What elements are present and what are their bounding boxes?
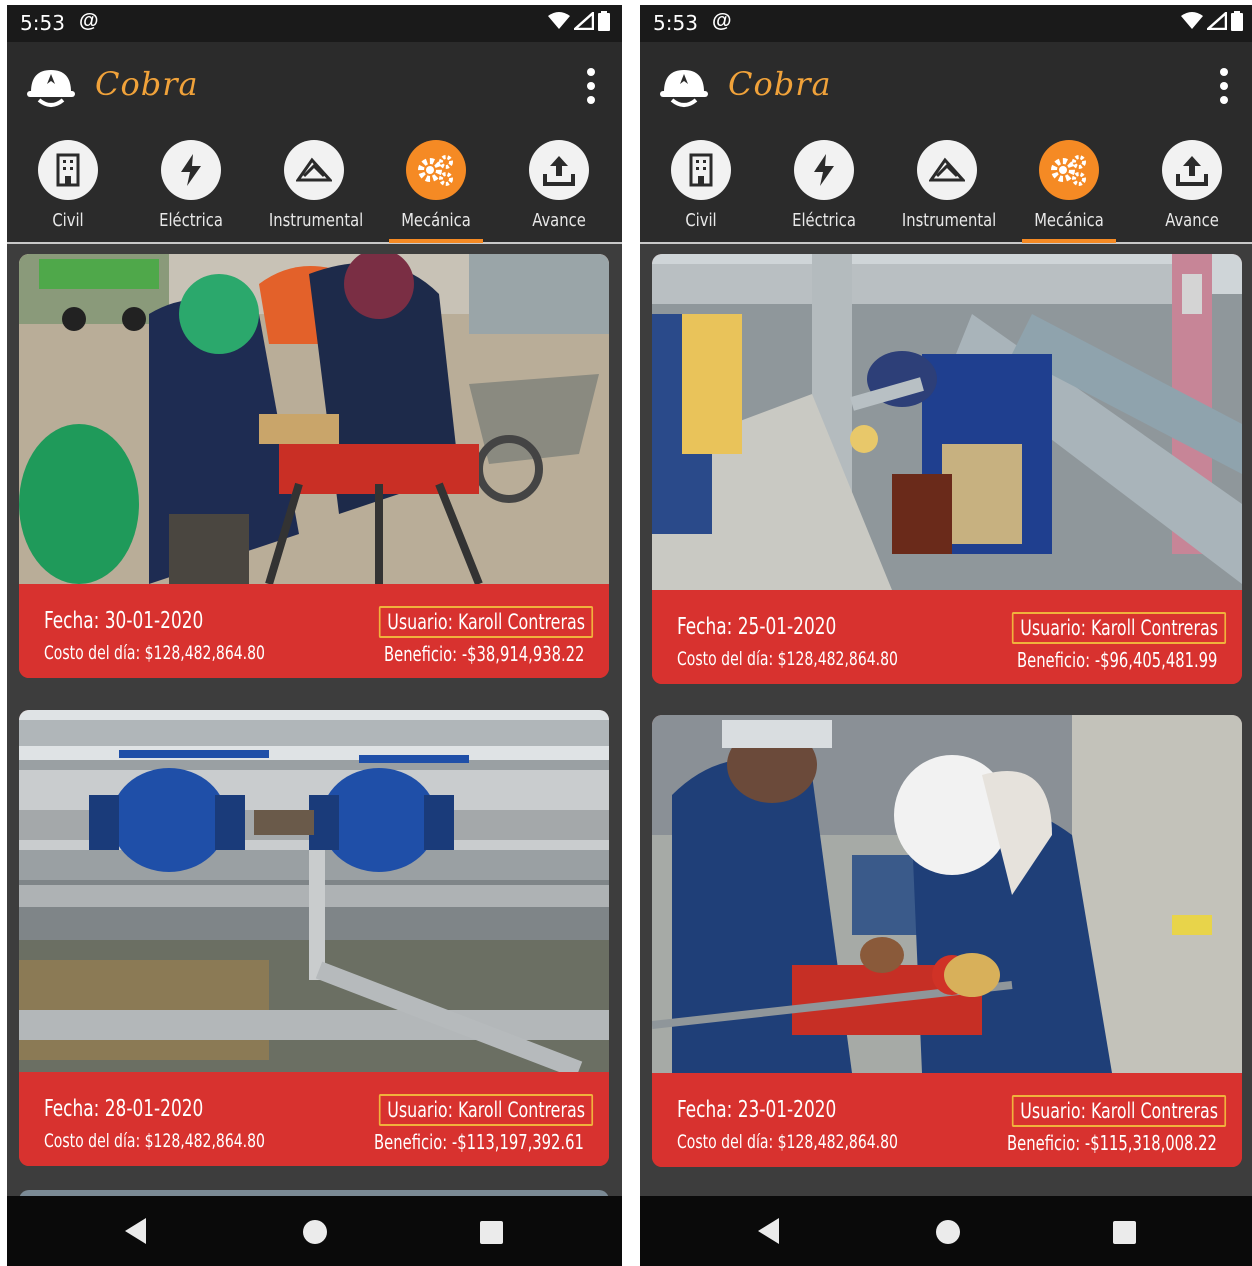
report-list[interactable]: Fecha: 30-01-2020 Costo del día: $128,48… xyxy=(7,244,622,1196)
report-card[interactable]: Fecha: 28-01-2020 Costo del día: $128,48… xyxy=(19,710,609,1166)
recents-icon[interactable] xyxy=(1113,1221,1136,1244)
report-benefit: Beneficio: -$113,197,392.61 xyxy=(374,1130,584,1154)
report-date: Fecha: 25-01-2020 xyxy=(677,614,837,640)
building-icon xyxy=(689,153,713,187)
report-daily-cost: Costo del día: $128,482,864.80 xyxy=(677,1131,898,1153)
tab-label: Avance xyxy=(532,210,586,231)
welding-pipe-photo xyxy=(19,254,609,584)
tab-civil[interactable]: Civil xyxy=(646,138,756,242)
home-icon[interactable] xyxy=(303,1220,327,1244)
tab-electrica[interactable]: Eléctrica xyxy=(769,138,879,242)
status-bar: 5:53 @ xyxy=(640,5,1252,42)
report-daily-cost: Costo del día: $128,482,864.80 xyxy=(44,1130,265,1152)
report-benefit: Beneficio: -$96,405,481.99 xyxy=(1016,648,1217,672)
report-card[interactable]: Fecha: 30-01-2020 Costo del día: $128,48… xyxy=(19,254,609,678)
report-date: Fecha: 28-01-2020 xyxy=(44,1096,204,1122)
battery-icon xyxy=(598,11,610,31)
lightning-icon xyxy=(814,154,834,186)
report-list[interactable]: Fecha: 25-01-2020 Costo del día: $128,48… xyxy=(640,244,1252,1196)
report-info: Fecha: 23-01-2020 Costo del día: $128,48… xyxy=(652,1073,1242,1167)
status-time: 5:53 xyxy=(653,11,698,35)
welder-pipes-photo xyxy=(652,254,1242,590)
app-title: Cobra xyxy=(95,65,199,103)
active-tab-indicator xyxy=(1022,239,1116,243)
battery-icon xyxy=(1231,11,1243,31)
hardhat-logo-icon xyxy=(27,70,75,107)
tab-label: Eléctrica xyxy=(792,210,856,231)
hardhat-logo-icon xyxy=(660,70,708,107)
tab-label: Eléctrica xyxy=(159,210,223,231)
category-tabs: Civil Eléctrica Instrumental Mecánica Av… xyxy=(7,132,622,244)
tab-instrumental[interactable]: Instrumental xyxy=(892,138,1002,242)
phone-screen-right: 5:53 @ Cobra Civil Eléctrica Instrumenta… xyxy=(640,5,1252,1266)
tab-avance[interactable]: Avance xyxy=(504,138,614,242)
phone-screen-left: 5:53 @ Cobra Civil Eléctrica Instrumenta… xyxy=(7,5,622,1266)
back-icon[interactable] xyxy=(125,1218,146,1244)
building-icon xyxy=(56,153,80,187)
tab-avance[interactable]: Avance xyxy=(1137,138,1247,242)
status-icons xyxy=(1181,11,1243,31)
report-user: Usuario: Karoll Contreras xyxy=(378,606,593,638)
signal-icon xyxy=(574,12,594,30)
report-user: Usuario: Karoll Contreras xyxy=(1011,1095,1226,1127)
tab-mecanica[interactable]: Mecánica xyxy=(1014,138,1124,243)
report-daily-cost: Costo del día: $128,482,864.80 xyxy=(677,648,898,670)
back-icon[interactable] xyxy=(758,1218,779,1244)
app-title: Cobra xyxy=(728,65,832,103)
tab-label: Mecánica xyxy=(1034,210,1104,231)
active-tab-indicator xyxy=(389,239,483,243)
blue-valves-photo xyxy=(19,710,609,1072)
gears-icon xyxy=(1051,155,1086,186)
report-date: Fecha: 23-01-2020 xyxy=(677,1097,837,1123)
status-icons xyxy=(548,11,610,31)
report-info: Fecha: 30-01-2020 Costo del día: $128,48… xyxy=(19,584,609,678)
signal-icon xyxy=(1207,12,1227,30)
report-daily-cost: Costo del día: $128,482,864.80 xyxy=(44,642,265,664)
tab-label: Civil xyxy=(685,210,717,231)
report-info: Fecha: 28-01-2020 Costo del día: $128,48… xyxy=(19,1072,609,1166)
report-user: Usuario: Karoll Contreras xyxy=(378,1094,593,1126)
app-bar: Cobra xyxy=(7,42,622,132)
tab-label: Instrumental xyxy=(901,210,997,231)
report-benefit: Beneficio: -$38,914,938.22 xyxy=(383,642,584,666)
tab-label: Civil xyxy=(52,210,84,231)
tab-label: Avance xyxy=(1165,210,1219,231)
overflow-menu-button[interactable] xyxy=(586,68,596,104)
tab-electrica[interactable]: Eléctrica xyxy=(136,138,246,242)
notification-icon: @ xyxy=(79,10,99,32)
tab-label: Instrumental xyxy=(268,210,364,231)
lightning-icon xyxy=(181,154,201,186)
overflow-menu-button[interactable] xyxy=(1219,68,1229,104)
upload-icon xyxy=(543,156,575,186)
instrument-icon xyxy=(296,157,332,182)
report-date: Fecha: 30-01-2020 xyxy=(44,608,204,634)
gears-icon xyxy=(418,155,453,186)
home-icon[interactable] xyxy=(936,1220,960,1244)
report-card[interactable]: Fecha: 23-01-2020 Costo del día: $128,48… xyxy=(652,715,1242,1167)
tab-label: Mecánica xyxy=(401,210,471,231)
app-bar: Cobra xyxy=(640,42,1252,132)
report-info: Fecha: 25-01-2020 Costo del día: $128,48… xyxy=(652,590,1242,684)
pipe-threading-photo xyxy=(652,715,1242,1073)
status-time: 5:53 xyxy=(20,11,65,35)
wifi-icon xyxy=(548,12,570,29)
report-user: Usuario: Karoll Contreras xyxy=(1011,612,1226,644)
report-card[interactable]: Fecha: 25-01-2020 Costo del día: $128,48… xyxy=(652,254,1242,684)
system-nav-bar xyxy=(7,1196,622,1266)
tab-civil[interactable]: Civil xyxy=(13,138,123,242)
upload-icon xyxy=(1176,156,1208,186)
tab-instrumental[interactable]: Instrumental xyxy=(259,138,369,242)
system-nav-bar xyxy=(640,1196,1252,1266)
notification-icon: @ xyxy=(712,10,732,32)
status-bar: 5:53 @ xyxy=(7,5,622,42)
wifi-icon xyxy=(1181,12,1203,29)
tab-mecanica[interactable]: Mecánica xyxy=(381,138,491,243)
report-benefit: Beneficio: -$115,318,008.22 xyxy=(1007,1131,1217,1155)
recents-icon[interactable] xyxy=(480,1221,503,1244)
category-tabs: Civil Eléctrica Instrumental Mecánica Av… xyxy=(640,132,1252,244)
instrument-icon xyxy=(929,157,965,182)
